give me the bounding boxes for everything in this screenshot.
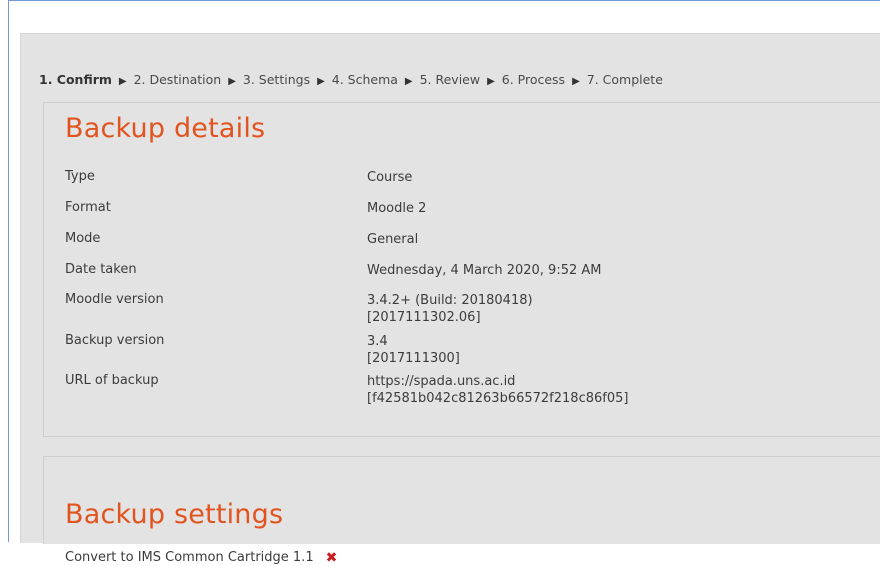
detail-label: Date taken: [65, 262, 137, 277]
backup-page: 1. Confirm ▶ 2. Destination ▶ 3. Setting…: [20, 33, 880, 566]
detail-value-line: 3.4: [367, 334, 388, 349]
detail-label: Type: [65, 169, 95, 184]
separator-arrow-icon: ▶: [404, 76, 413, 87]
detail-label: URL of backup: [65, 373, 159, 388]
separator-arrow-icon: ▶: [572, 76, 580, 87]
detail-value-line: [2017111302.06]: [367, 310, 481, 325]
setting-row-convert-ims-cc: Convert to IMS Common Cartridge 1.1 ✖: [65, 549, 338, 566]
backup-details-title: Backup details: [65, 113, 266, 144]
setting-label: Convert to IMS Common Cartridge 1.1: [65, 550, 314, 565]
detail-value: 3.4.2+ (Build: 20180418) [2017111302.06]: [367, 292, 533, 326]
cross-icon: ✖: [325, 550, 338, 566]
step-settings: 3. Settings: [242, 72, 311, 87]
step-confirm: 1. Confirm: [39, 72, 112, 87]
step-schema: 4. Schema: [331, 72, 398, 87]
detail-label: Mode: [65, 231, 101, 246]
detail-value: General: [367, 232, 419, 247]
step-complete: 7. Complete: [586, 72, 663, 87]
step-review: 5. Review: [419, 72, 481, 87]
detail-value: https://spada.uns.ac.id [f42581b042c8126…: [367, 373, 628, 407]
backup-settings-panel: Backup settings Convert to IMS Common Ca…: [43, 456, 880, 566]
separator-arrow-icon: ▶: [228, 76, 236, 87]
detail-value: Course: [367, 170, 413, 185]
detail-label: Moodle version: [65, 292, 164, 307]
step-process: 6. Process: [501, 72, 566, 87]
detail-value: Moodle 2: [367, 201, 427, 216]
window-frame: 1. Confirm ▶ 2. Destination ▶ 3. Setting…: [8, 0, 880, 566]
separator-arrow-icon: ▶: [487, 76, 495, 87]
detail-value: Wednesday, 4 March 2020, 9:52 AM: [367, 263, 602, 278]
step-destination: 2. Destination: [133, 72, 222, 87]
detail-value: 3.4 [2017111300]: [367, 333, 460, 367]
detail-value-line: https://spada.uns.ac.id: [367, 374, 516, 389]
backup-settings-title: Backup settings: [65, 499, 284, 530]
detail-value-line: 3.4.2+ (Build: 20180418): [367, 293, 533, 308]
detail-value-line: [2017111300]: [367, 351, 460, 366]
backup-details-panel: Backup details Type Course Format Moodle…: [43, 102, 880, 437]
detail-label: Format: [65, 200, 111, 215]
detail-label: Backup version: [65, 333, 165, 348]
separator-arrow-icon: ▶: [118, 76, 127, 87]
detail-value-line: [f42581b042c81263b66572f218c86f05]: [367, 391, 629, 406]
separator-arrow-icon: ▶: [317, 76, 325, 87]
backup-progress-bar: 1. Confirm ▶ 2. Destination ▶ 3. Setting…: [39, 72, 663, 87]
